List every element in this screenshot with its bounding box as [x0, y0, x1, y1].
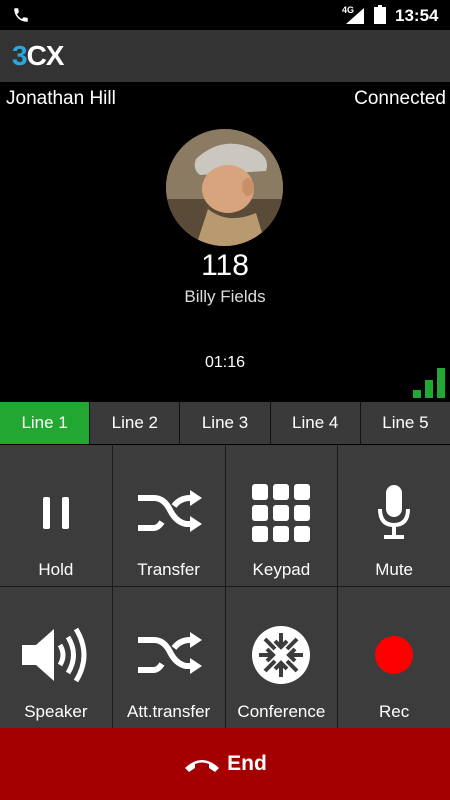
caller-name: Jonathan Hill — [6, 88, 116, 109]
conference-label: Conference — [237, 702, 326, 721]
keypad-icon — [252, 484, 311, 542]
call-duration: 01:16 — [204, 354, 246, 371]
phone-icon — [14, 8, 28, 22]
hold-button[interactable]: Hold — [0, 445, 112, 586]
contact-name: Billy Fields — [184, 287, 266, 306]
att-transfer-button[interactable]: Att.transfer — [112, 587, 225, 728]
speaker-button[interactable]: Speaker — [0, 587, 112, 728]
speaker-label: Speaker — [24, 702, 88, 721]
mute-label: Mute — [375, 560, 414, 579]
app-header: 3 CX — [0, 30, 450, 82]
conference-button[interactable]: Conference — [225, 587, 338, 728]
shuffle-icon — [137, 632, 202, 674]
tab-line-1[interactable]: Line 1 — [0, 402, 91, 444]
keypad-label: Keypad — [252, 560, 311, 579]
end-label: End — [227, 752, 267, 775]
status-bar: 4G 13:54 — [0, 0, 450, 30]
call-info: Jonathan Hill Connected 118 Billy Fields… — [0, 82, 450, 402]
tab-line-2[interactable]: Line 2 — [90, 402, 181, 444]
battery-icon — [374, 5, 386, 24]
record-icon — [375, 636, 414, 674]
transfer-button[interactable]: Transfer — [112, 445, 225, 586]
end-call-button[interactable]: End — [0, 728, 450, 800]
line-tabs: Line 1 Line 2 Line 3 Line 4 Line 5 — [0, 402, 450, 444]
tab-line-4[interactable]: Line 4 — [270, 402, 361, 444]
speaker-icon — [21, 627, 87, 683]
microphone-icon — [378, 485, 411, 539]
call-actions: Hold Transfer Keypad Mute Speaker Att.tr… — [0, 445, 450, 728]
hold-label: Hold — [38, 560, 74, 579]
att-transfer-label: Att.transfer — [127, 702, 211, 721]
app-logo: 3 CX — [12, 40, 65, 72]
record-button[interactable]: Rec — [338, 587, 450, 728]
extension-number: 118 — [201, 249, 249, 282]
keypad-button[interactable]: Keypad — [225, 445, 338, 586]
transfer-icon — [137, 490, 202, 532]
logo-3: 3 — [12, 40, 28, 71]
signal-quality-icon — [413, 368, 445, 398]
call-screen: 4G 13:54 3 CX Jonathan Hill Connected 11… — [0, 0, 450, 800]
tab-line-3[interactable]: Line 3 — [180, 402, 271, 444]
clock: 13:54 — [395, 6, 439, 25]
signal-icon — [346, 8, 364, 24]
logo-cx: CX — [26, 40, 65, 71]
record-label: Rec — [379, 702, 410, 721]
mute-button[interactable]: Mute — [338, 445, 450, 586]
hangup-icon — [185, 760, 220, 772]
avatar — [166, 129, 283, 246]
tab-line-5[interactable]: Line 5 — [360, 402, 450, 444]
pause-icon — [42, 497, 69, 529]
conference-icon — [252, 626, 311, 684]
transfer-label: Transfer — [137, 560, 200, 579]
call-status: Connected — [354, 88, 446, 109]
